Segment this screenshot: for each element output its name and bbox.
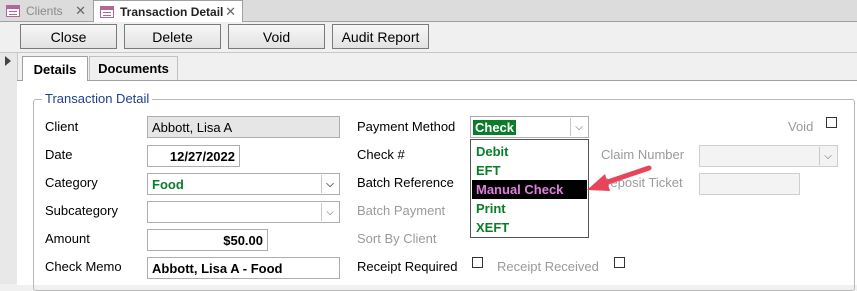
subcategory-label: Subcategory — [45, 203, 118, 218]
void-checkbox[interactable] — [826, 117, 837, 128]
client-label: Client — [45, 119, 79, 134]
chevron-down-icon[interactable]: ⌵ — [819, 147, 836, 165]
group-title: Transaction Detail — [42, 91, 153, 106]
claim-number-label: Claim Number — [601, 147, 685, 162]
date-field[interactable]: 12/27/2022 — [147, 145, 240, 167]
client-value: Abbott, Lisa A — [152, 119, 233, 135]
subcategory-select[interactable]: ⌵ — [147, 201, 340, 223]
delete-button[interactable]: Delete — [124, 24, 221, 49]
check-memo-value: Abbott, Lisa A - Food — [152, 260, 283, 276]
audit-report-button[interactable]: Audit Report — [332, 24, 429, 49]
delete-button-label: Delete — [152, 28, 193, 45]
tab-details-label: Details — [33, 61, 77, 77]
sort-by-client-label: Sort By Client — [357, 231, 437, 246]
void-button[interactable]: Void — [228, 24, 325, 49]
audit-report-button-label: Audit Report — [341, 28, 420, 45]
tab-clients[interactable]: Clients ✕ — [0, 0, 92, 21]
close-icon[interactable]: ✕ — [75, 3, 86, 19]
payment-method-value: Check — [473, 119, 517, 135]
toolbar: Close Delete Void Audit Report — [0, 22, 857, 53]
claim-number-select[interactable]: ⌵ — [699, 145, 838, 167]
close-button[interactable]: Close — [20, 24, 117, 49]
check-memo-label: Check Memo — [45, 259, 122, 274]
void-button-label: Void — [262, 28, 291, 45]
close-button-label: Close — [50, 28, 87, 45]
deposit-ticket-field[interactable] — [699, 173, 800, 195]
batch-reference-label: Batch Reference — [357, 175, 454, 190]
chevron-down-icon[interactable]: ⌵ — [570, 118, 587, 136]
dropdown-option-debit[interactable]: Debit — [472, 142, 587, 161]
date-label: Date — [45, 147, 73, 162]
check-number-label: Check # — [357, 147, 405, 162]
tab-documents[interactable]: Documents — [89, 56, 178, 80]
chevron-down-icon[interactable]: ⌵ — [321, 203, 338, 221]
tab-transaction-detail[interactable]: Transaction Detail ✕ — [93, 0, 243, 22]
tab-transaction-detail-label: Transaction Detail — [120, 4, 224, 19]
chevron-down-icon[interactable]: ⌵ — [321, 175, 338, 193]
dropdown-option-print[interactable]: Print — [472, 199, 587, 218]
amount-label: Amount — [45, 231, 90, 246]
category-select[interactable]: Food ⌵ — [147, 173, 340, 195]
tab-documents-label: Documents — [98, 61, 169, 76]
receipt-received-label: Receipt Received — [497, 259, 599, 274]
payment-method-label: Payment Method — [357, 119, 456, 134]
tab-details[interactable]: Details — [22, 56, 88, 81]
form-icon — [100, 5, 114, 18]
document-tab-strip: Clients ✕ Transaction Detail ✕ — [0, 0, 857, 22]
form-icon — [6, 4, 20, 17]
amount-field[interactable]: $50.00 — [147, 229, 268, 251]
payment-method-select[interactable]: Check ⌵ — [470, 116, 589, 138]
dropdown-option-xeft[interactable]: XEFT — [472, 218, 587, 237]
client-field[interactable]: Abbott, Lisa A — [147, 116, 340, 138]
dropdown-option-manual-check[interactable]: Manual Check — [472, 180, 587, 199]
void-label: Void — [788, 119, 814, 134]
batch-payment-label: Batch Payment — [357, 203, 446, 218]
receipt-received-checkbox[interactable] — [614, 257, 625, 268]
navigation-pane-strip[interactable] — [0, 53, 18, 284]
dropdown-option-eft[interactable]: EFT — [472, 161, 587, 180]
amount-value: $50.00 — [223, 232, 263, 248]
check-memo-field[interactable]: Abbott, Lisa A - Food — [147, 257, 340, 279]
date-value: 12/27/2022 — [169, 148, 235, 164]
payment-method-dropdown-list: Debit EFT Manual Check Print XEFT — [470, 139, 589, 238]
receipt-required-label: Receipt Required — [357, 259, 458, 274]
close-icon[interactable]: ✕ — [225, 4, 236, 20]
tab-clients-label: Clients — [26, 3, 63, 18]
annotation-arrow-icon — [587, 165, 652, 191]
category-label: Category — [45, 175, 98, 190]
expand-arrow-icon[interactable] — [5, 56, 11, 66]
receipt-required-checkbox[interactable] — [472, 257, 483, 268]
category-value: Food — [152, 176, 184, 192]
